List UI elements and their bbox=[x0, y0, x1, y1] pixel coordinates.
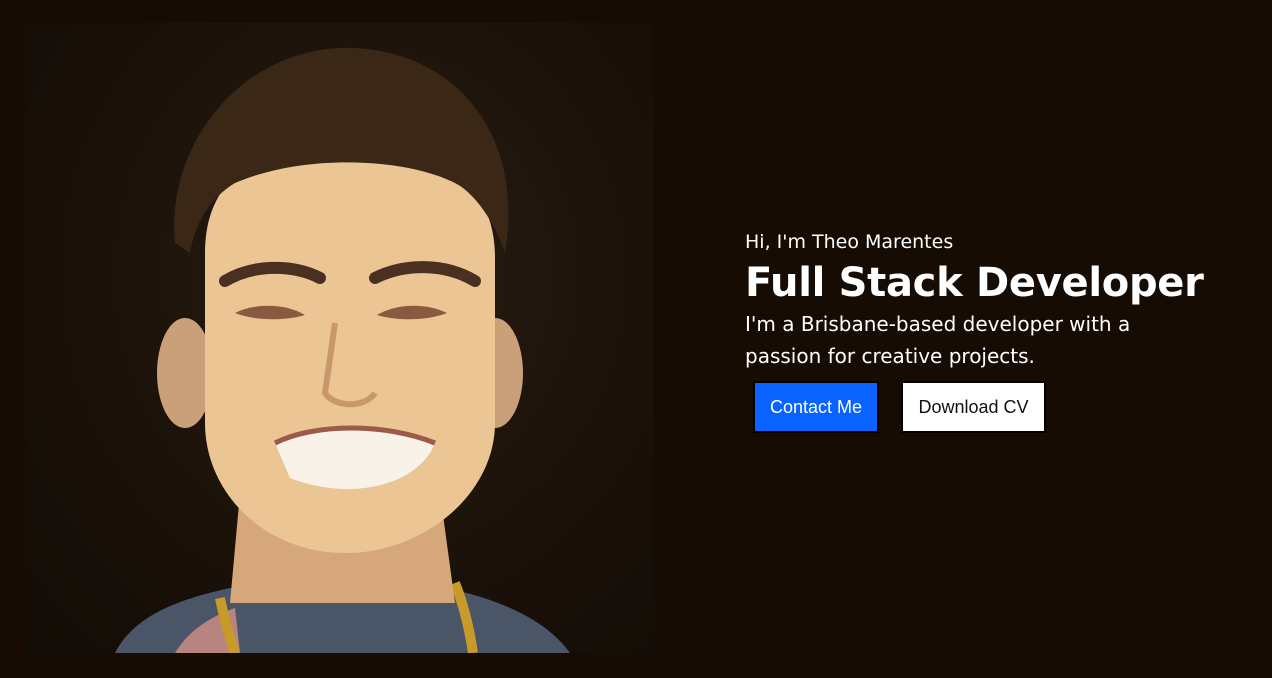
intro-panel: Hi, I'm Theo Marentes Full Stack Develop… bbox=[745, 228, 1245, 433]
action-buttons: Contact Me Download CV bbox=[745, 381, 1245, 433]
contact-me-button[interactable]: Contact Me bbox=[753, 381, 879, 433]
hero-section: Hi, I'm Theo Marentes Full Stack Develop… bbox=[0, 0, 1272, 678]
download-cv-button[interactable]: Download CV bbox=[901, 381, 1046, 433]
greeting-text: Hi, I'm Theo Marentes bbox=[745, 231, 954, 253]
bio-text: I'm a Brisbane-based developer with a pa… bbox=[745, 312, 1131, 368]
headline: Full Stack Developer bbox=[745, 260, 1204, 306]
profile-photo bbox=[25, 23, 653, 653]
portrait-illustration bbox=[115, 47, 570, 653]
